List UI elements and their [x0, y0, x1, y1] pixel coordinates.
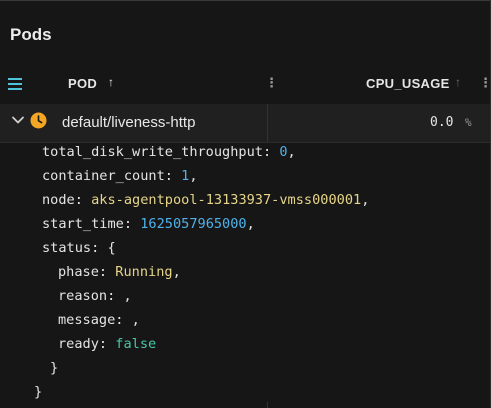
json-line-node: node: aks-agentpool-13133937-vmss000001,	[42, 192, 370, 208]
json-line-message: message: ,	[58, 312, 140, 328]
json-close-brace: }	[34, 384, 43, 400]
column-menu-icon[interactable]: ⋮	[479, 75, 491, 91]
sort-ascending-icon[interactable]: ↑	[455, 75, 461, 89]
column-divider	[267, 104, 268, 142]
json-line-phase: phase: Running,	[58, 264, 181, 280]
pods-panel: Pods POD ↑ ⋮ CPU_USAGE ↑ ⋮ default/liven…	[0, 0, 491, 408]
json-close-brace: }	[50, 360, 59, 376]
column-menu-icon[interactable]: ⋮	[265, 75, 278, 91]
json-line-status: status: {	[42, 240, 116, 256]
sort-ascending-icon[interactable]: ↑	[108, 75, 114, 89]
pod-detail-json: total_disk_write_throughput: 0, containe…	[0, 142, 490, 408]
json-line-ready: ready: false	[58, 336, 157, 352]
json-line-reason: reason: ,	[58, 288, 132, 304]
page-title: Pods	[10, 25, 52, 44]
json-line-container-count: container_count: 1,	[42, 168, 198, 184]
pod-name: default/liveness-http	[62, 114, 196, 131]
chevron-down-icon[interactable]	[10, 112, 26, 128]
column-divider	[267, 402, 268, 408]
table-row[interactable]: default/liveness-http 0.0 %	[0, 104, 490, 143]
table-header: POD ↑ ⋮ CPU_USAGE ↑ ⋮	[0, 66, 491, 104]
top-border	[0, 0, 491, 1]
hamburger-icon[interactable]	[8, 78, 22, 90]
json-line-total-disk-write-throughput: total_disk_write_throughput: 0,	[42, 144, 296, 160]
cpu-usage-unit: %	[465, 116, 472, 129]
column-header-cpu-usage[interactable]: CPU_USAGE	[366, 76, 450, 91]
cpu-usage-value: 0.0	[430, 115, 454, 130]
json-line-start-time: start_time: 1625057965000,	[42, 216, 255, 232]
column-header-pod[interactable]: POD	[68, 76, 97, 91]
clock-icon	[30, 112, 47, 129]
